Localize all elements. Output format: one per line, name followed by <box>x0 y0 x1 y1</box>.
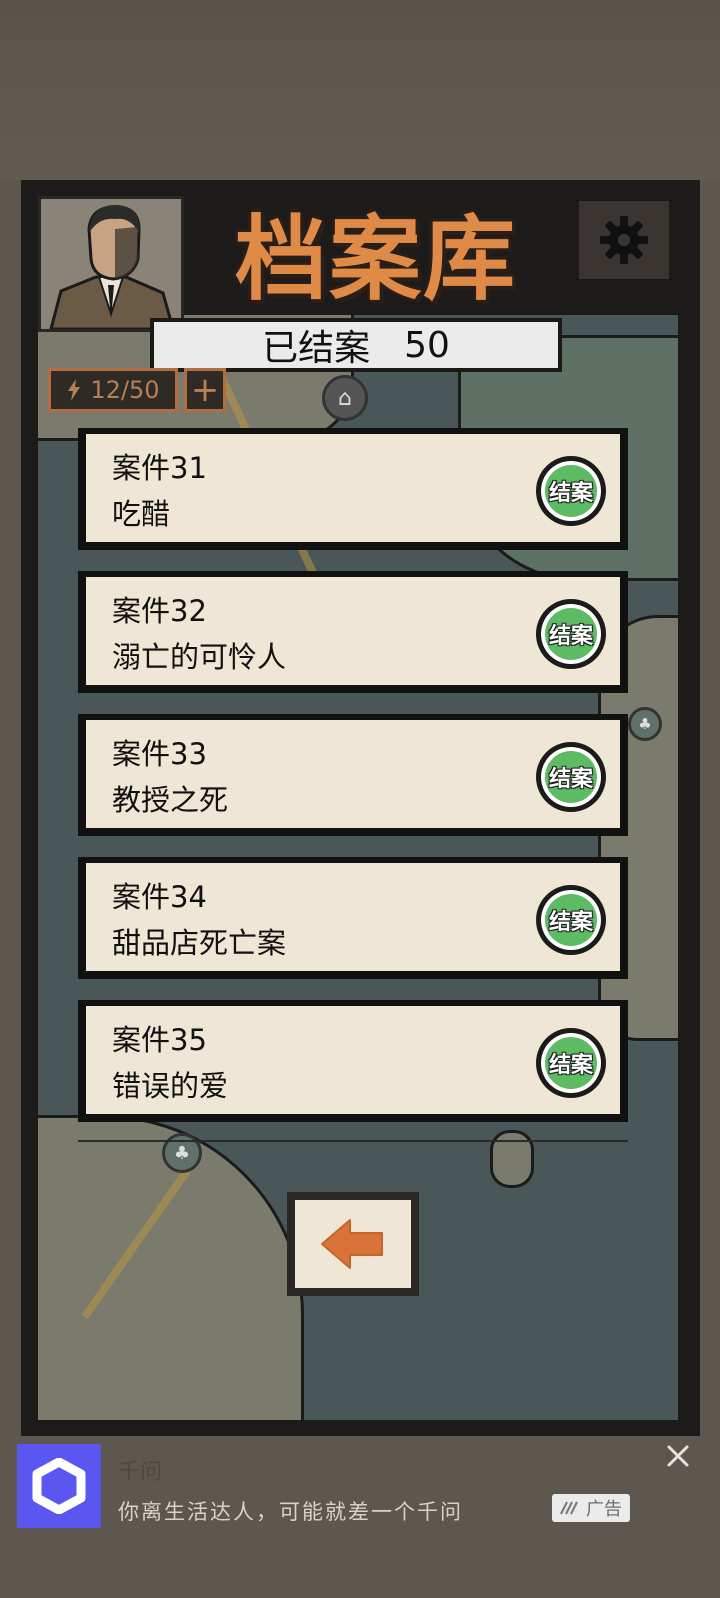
case-card[interactable]: 案件31 吃醋 结案 <box>78 428 628 550</box>
stamp-label: 结案 <box>545 608 597 660</box>
settings-button[interactable] <box>574 196 674 284</box>
ad-badge: 广告 <box>552 1494 630 1522</box>
ad-close-button[interactable] <box>662 1440 694 1472</box>
page-title: 档案库 <box>234 205 517 313</box>
tree-icon: ♣ <box>162 1133 202 1173</box>
ad-banner[interactable]: 千问 你离生活达人，可能就差一个千问 广告 <box>0 1436 720 1598</box>
close-icon <box>667 1445 689 1467</box>
lightning-icon <box>68 379 81 401</box>
closed-stamp: 结案 <box>536 742 606 812</box>
qianwen-logo-icon <box>32 1458 86 1514</box>
ad-app-logo[interactable] <box>17 1444 101 1528</box>
closed-stamp: 结案 <box>536 599 606 669</box>
ad-badge-label: 广告 <box>586 1499 622 1520</box>
case-card[interactable]: 案件34 甜品店死亡案 结案 <box>78 857 628 979</box>
closed-label: 已结案 <box>262 328 371 369</box>
back-arrow-icon <box>321 1219 383 1269</box>
closed-stamp: 结案 <box>536 456 606 526</box>
case-card[interactable]: 案件33 教授之死 结案 <box>78 714 628 836</box>
add-energy-button[interactable]: + <box>184 368 226 412</box>
map-island <box>490 1130 534 1188</box>
case-card[interactable]: 案件32 溺亡的可怜人 结案 <box>78 571 628 693</box>
energy-counter: 12/50 <box>48 368 178 412</box>
closed-count: 50 <box>404 324 450 366</box>
detective-icon <box>41 199 181 329</box>
closed-stamp: 结案 <box>536 885 606 955</box>
energy-value: 12/50 <box>90 376 160 404</box>
stamp-label: 结案 <box>545 751 597 803</box>
back-button[interactable] <box>287 1192 419 1296</box>
tree-icon: ♣ <box>628 707 662 741</box>
detective-portrait[interactable] <box>38 196 184 332</box>
background <box>0 0 720 180</box>
ad-logo-icon <box>560 1501 578 1515</box>
ad-text: 你离生活达人，可能就差一个千问 <box>118 1500 463 1524</box>
ad-app-name: 千问 <box>118 1460 163 1485</box>
list-divider <box>78 1140 628 1142</box>
gear-icon <box>600 216 648 264</box>
stamp-label: 结案 <box>545 465 597 517</box>
case-card[interactable]: 案件35 错误的爱 结案 <box>78 1000 628 1122</box>
title-banner: 档案库 <box>196 196 556 313</box>
closed-cases-bar: 已结案 50 <box>150 318 562 372</box>
closed-stamp: 结案 <box>536 1028 606 1098</box>
factory-icon: ⌂ <box>322 375 368 421</box>
stamp-label: 结案 <box>545 1037 597 1089</box>
stamp-label: 结案 <box>545 894 597 946</box>
